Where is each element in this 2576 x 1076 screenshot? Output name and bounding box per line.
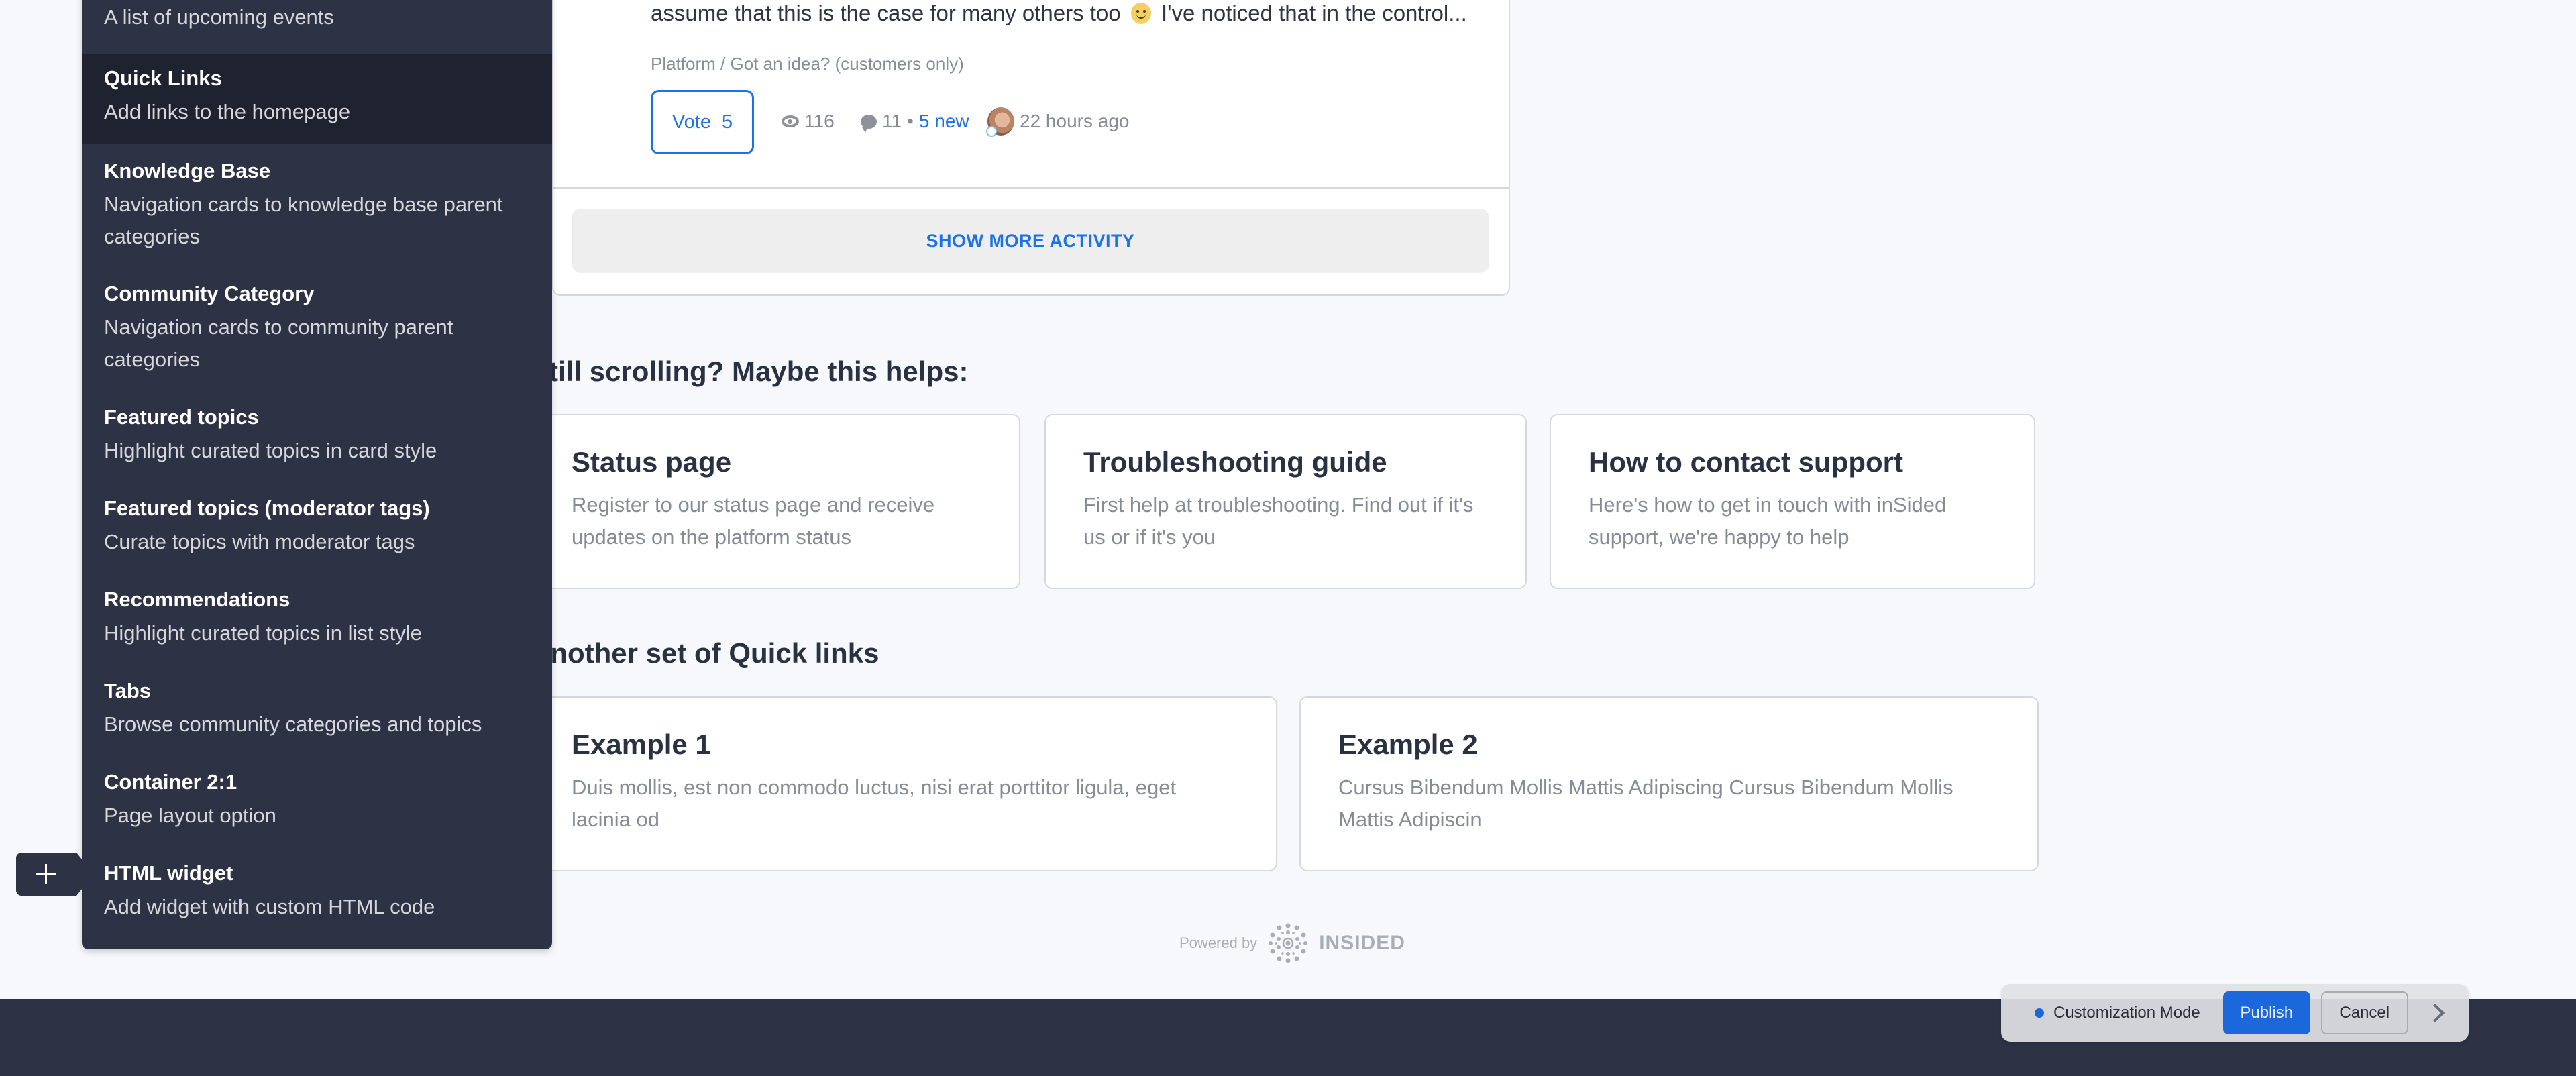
widget-title: Tabs — [104, 679, 152, 702]
card-description: Register to our status page and receive … — [572, 493, 935, 549]
powered-by-label: Powered by — [1179, 934, 1258, 951]
widget-item-quick-links[interactable]: Quick Links Add links to the homepage — [82, 54, 552, 144]
widget-title: HTML widget — [104, 861, 233, 885]
widget-item-tabs[interactable]: Tabs Browse community categories and top… — [82, 664, 552, 755]
widget-title: Container 2:1 — [104, 770, 237, 794]
widget-item-recommendations[interactable]: Recommendations Highlight curated topics… — [82, 573, 552, 664]
vote-count: 5 — [721, 111, 733, 133]
user-avatar[interactable] — [986, 107, 1014, 137]
card-description: First help at troubleshooting. Find out … — [1083, 493, 1474, 549]
widget-item-community-category[interactable]: Community Category Navigation cards to c… — [82, 267, 552, 390]
activity-divider — [552, 187, 1510, 189]
card-description: Duis mollis, est non commodo luctus, nis… — [572, 775, 1177, 831]
chevron-right-icon[interactable] — [2425, 1003, 2445, 1023]
widget-description: Add widget with custom HTML code — [104, 895, 435, 918]
widget-description: Browse community categories and topics — [104, 712, 482, 736]
help-card-status-page[interactable]: Status page Register to our status page … — [530, 414, 1020, 589]
widget-description: Highlight curated topics in card style — [104, 439, 437, 462]
separator-dot: • — [907, 111, 914, 131]
time-ago: 22 hours ago — [1020, 111, 1130, 131]
smiley-emoji-icon — [1130, 3, 1151, 24]
widget-item-featured-topics[interactable]: Featured topics Highlight curated topics… — [82, 390, 552, 482]
widget-title: Recommendations — [104, 588, 290, 611]
quicklinks-heading: Another set of Quick links — [530, 637, 879, 669]
quicklink-card-example-1[interactable]: Example 1 Duis mollis, est non commodo l… — [530, 696, 1277, 871]
card-title: How to contact support — [1589, 446, 1903, 478]
plus-icon — [36, 864, 56, 884]
widget-description: Navigation cards to knowledge base paren… — [104, 193, 503, 248]
widget-description: Highlight curated topics in list style — [104, 621, 422, 645]
widget-description: Page layout option — [104, 804, 276, 827]
replies-value: 11 — [882, 111, 902, 131]
vote-button[interactable]: Vote 5 — [651, 90, 754, 154]
cancel-button[interactable]: Cancel — [2320, 991, 2408, 1034]
card-title: Example 2 — [1338, 729, 1478, 760]
widget-description: A list of upcoming events — [104, 5, 334, 29]
topic-breadcrumb[interactable]: Platform / Got an idea? (customers only) — [651, 54, 964, 74]
widget-description: Curate topics with moderator tags — [104, 530, 415, 553]
eye-icon — [782, 115, 799, 127]
widget-item-html-widget[interactable]: HTML widget Add widget with custom HTML … — [82, 847, 552, 949]
insided-logo-icon — [1269, 923, 1308, 963]
card-title: Troubleshooting guide — [1083, 446, 1387, 478]
widget-item-featured-topics-moderator-tags[interactable]: Featured topics (moderator tags) Curate … — [82, 482, 552, 573]
customization-bar: Customization Mode Publish Cancel — [2001, 984, 2469, 1042]
show-more-activity-button[interactable]: SHOW MORE ACTIVITY — [572, 209, 1489, 273]
widget-title: Featured topics — [104, 405, 259, 429]
card-description: Here's how to get in touch with inSided … — [1589, 493, 1947, 549]
last-activity: 22 hours ago — [986, 107, 1130, 137]
excerpt-text-start: assume that this is the case for many ot… — [651, 1, 1121, 25]
help-card-troubleshooting[interactable]: Troubleshooting guide First help at trou… — [1044, 414, 1527, 589]
status-dot-icon — [2035, 1008, 2044, 1018]
widget-picker-panel: A list of upcoming events Quick Links Ad… — [82, 0, 552, 949]
widget-description: Add links to the homepage — [104, 100, 351, 123]
widget-title: Knowledge Base — [104, 159, 271, 182]
add-widget-button[interactable] — [16, 853, 94, 896]
help-card-contact-support[interactable]: How to contact support Here's how to get… — [1550, 414, 2035, 589]
publish-button[interactable]: Publish — [2222, 991, 2310, 1034]
replies-count: 11 • 5 new — [861, 111, 969, 133]
widget-item-events[interactable]: A list of upcoming events — [82, 0, 552, 54]
topic-excerpt[interactable]: assume that this is the case for many ot… — [651, 0, 1467, 27]
card-title: Status page — [572, 446, 732, 478]
widget-title: Community Category — [104, 282, 315, 305]
card-title: Example 1 — [572, 729, 711, 760]
powered-by[interactable]: Powered by INSIDED — [1179, 922, 1405, 965]
vote-label: Vote — [672, 111, 711, 133]
insided-wordmark: INSIDED — [1319, 932, 1405, 954]
widget-item-knowledge-base[interactable]: Knowledge Base Navigation cards to knowl… — [82, 144, 552, 267]
widget-title: Featured topics (moderator tags) — [104, 496, 430, 520]
customization-mode-label: Customization Mode — [2053, 1004, 2200, 1022]
new-replies-link[interactable]: 5 new — [919, 111, 969, 132]
views-value: 116 — [804, 111, 835, 131]
card-description: Cursus Bibendum Mollis Mattis Adipiscing… — [1338, 775, 1953, 831]
helps-heading: Still scrolling? Maybe this helps: — [530, 356, 969, 387]
widget-title: Quick Links — [104, 66, 222, 90]
widget-description: Navigation cards to community parent cat… — [104, 315, 453, 371]
comment-icon — [861, 114, 877, 133]
widget-item-container-2-1[interactable]: Container 2:1 Page layout option — [82, 755, 552, 847]
views-count: 116 — [782, 111, 835, 132]
quicklink-card-example-2[interactable]: Example 2 Cursus Bibendum Mollis Mattis … — [1299, 696, 2039, 871]
excerpt-text-end: I've noticed that in the control... — [1161, 1, 1467, 25]
